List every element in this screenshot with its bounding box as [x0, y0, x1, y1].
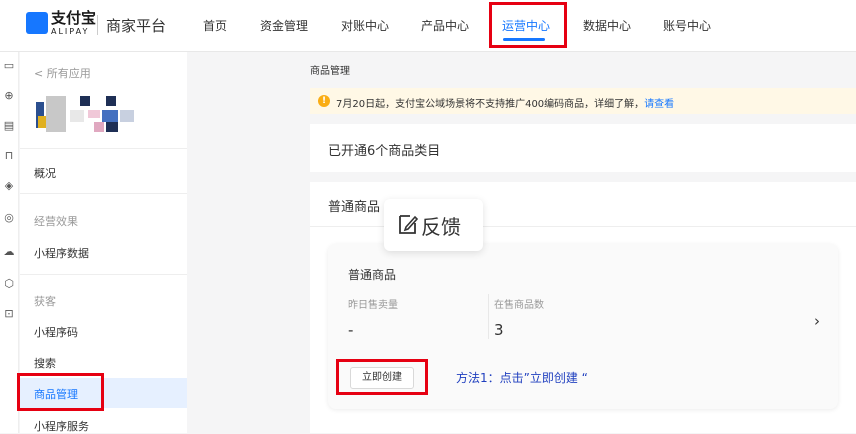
circle-plus-icon[interactable]: ⊕	[3, 90, 15, 102]
breadcrumb: 商品管理	[310, 66, 350, 77]
highlight-box-create	[336, 359, 428, 395]
sidebar-item-search[interactable]: 搜索	[34, 355, 56, 371]
sidebar-section-ops: 经营效果	[34, 215, 78, 228]
document-icon[interactable]: ▤	[3, 120, 15, 132]
highlight-box-sidebar	[17, 373, 104, 411]
categories-card: 已开通6个商品类目	[310, 124, 856, 172]
edit-icon	[399, 215, 418, 234]
platform-title: 商家平台	[106, 17, 167, 35]
message-icon[interactable]: ⊡	[3, 308, 15, 320]
back-to-apps-link[interactable]: < 所有应用	[34, 65, 91, 81]
feedback-widget[interactable]: 反馈	[384, 199, 483, 251]
logo-subtext: ALIPAY	[51, 27, 90, 36]
stat-yesterday-label: 昨日售卖量	[348, 300, 398, 311]
sidebar-section-acquire: 获客	[34, 295, 56, 308]
logo-divider	[97, 15, 98, 35]
target-icon[interactable]: ◎	[3, 212, 15, 224]
logo-text[interactable]: 支付宝	[51, 10, 96, 26]
box-icon[interactable]: ◈	[3, 180, 15, 192]
alipay-logo-icon[interactable]	[26, 12, 48, 34]
sidebar-divider	[20, 193, 187, 194]
bag-icon[interactable]: ⊓	[3, 150, 15, 162]
nav-products[interactable]: 产品中心	[421, 17, 469, 34]
monitor-icon[interactable]: ▭	[3, 60, 15, 72]
notice-text: 7月20日起，支付宝公域场景将不支持推广400编码商品，详细了解，请查看	[336, 99, 675, 110]
nav-account[interactable]: 账号中心	[663, 17, 711, 34]
stat-yesterday-value: -	[348, 321, 354, 339]
nav-funds[interactable]: 资金管理	[260, 17, 308, 34]
feedback-label: 反馈	[421, 215, 461, 239]
stat-divider	[488, 294, 489, 339]
cloud-icon[interactable]: ☁	[3, 246, 15, 258]
top-navbar: 支付宝 ALIPAY 商家平台 首页 资金管理 对账中心 产品中心 运营中心 数…	[0, 0, 856, 52]
warning-icon: !	[318, 95, 330, 107]
nav-home[interactable]: 首页	[203, 17, 227, 34]
nav-reconciliation[interactable]: 对账中心	[341, 17, 389, 34]
main-content: 商品管理 ! 7月20日起，支付宝公域场景将不支持推广400编码商品，详细了解，…	[188, 52, 856, 433]
sidebar-item-miniapp-data[interactable]: 小程序数据	[34, 245, 89, 261]
annotation-text: 方法1：点击”立即创建 “	[456, 371, 588, 385]
nav-data[interactable]: 数据中心	[583, 17, 631, 34]
sidebar-item-miniapp-code[interactable]: 小程序码	[34, 324, 78, 340]
notice-banner: ! 7月20日起，支付宝公域场景将不支持推广400编码商品，详细了解，请查看	[310, 88, 856, 114]
sidebar-divider	[20, 274, 187, 275]
categories-title: 已开通6个商品类目	[328, 144, 441, 159]
notice-link[interactable]: 请查看	[644, 99, 674, 110]
sidebar-item-miniapp-service[interactable]: 小程序服务	[34, 418, 89, 434]
stat-on-sale-value: 3	[494, 321, 504, 339]
product-card-title: 普通商品	[348, 268, 397, 282]
sidebar-divider	[20, 148, 187, 149]
sidebar-item-overview[interactable]: 概况	[34, 165, 56, 181]
app-avatar	[36, 96, 156, 136]
chevron-right-icon[interactable]: ›	[814, 312, 820, 330]
stat-on-sale-label: 在售商品数	[494, 300, 544, 311]
section-title: 普通商品	[328, 200, 381, 215]
shield-icon[interactable]: ⬡	[3, 278, 15, 290]
highlight-box-nav	[489, 2, 567, 48]
